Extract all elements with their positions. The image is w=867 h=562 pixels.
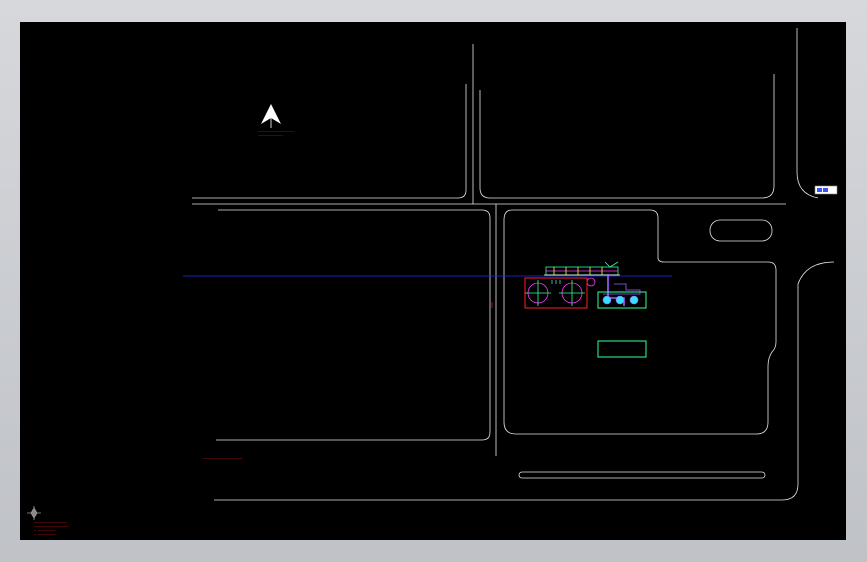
equipment-pad <box>597 340 647 358</box>
north-arrow-icon <box>261 104 281 128</box>
bottom-note-4: ─ ────────── <box>33 533 56 537</box>
road-edge-right-upper <box>796 28 819 199</box>
north-note: ──────────────────── ────────────── <box>257 130 294 138</box>
cad-window: ──────────────────── ────────────── ────… <box>0 0 867 562</box>
road-edge-right-lower <box>214 261 835 501</box>
site-outlines <box>192 28 835 501</box>
viewport-tag-icon[interactable] <box>814 185 838 195</box>
pulley-small <box>586 277 596 287</box>
drawing-canvas[interactable]: ──────────────────── ────────────── ────… <box>20 22 846 540</box>
road-edge-top-left <box>192 84 467 199</box>
block-left <box>216 209 491 441</box>
machine-wheels <box>602 295 639 305</box>
parking-slot <box>709 219 773 242</box>
cad-drawing: ──────────────────── ────────────── ────… <box>27 28 838 537</box>
north-note-line-2: ────────────── <box>257 134 283 138</box>
bottom-bar <box>518 471 766 479</box>
bottom-notes: ────────────────── ─────────────────── ─… <box>33 521 69 537</box>
mid-note: ────────────────────── <box>202 457 243 461</box>
tank-right <box>559 280 585 306</box>
tank-left <box>525 280 551 306</box>
block-top-middle <box>479 74 775 199</box>
ucs-compass-icon[interactable] <box>27 506 41 520</box>
block-right <box>503 209 777 435</box>
